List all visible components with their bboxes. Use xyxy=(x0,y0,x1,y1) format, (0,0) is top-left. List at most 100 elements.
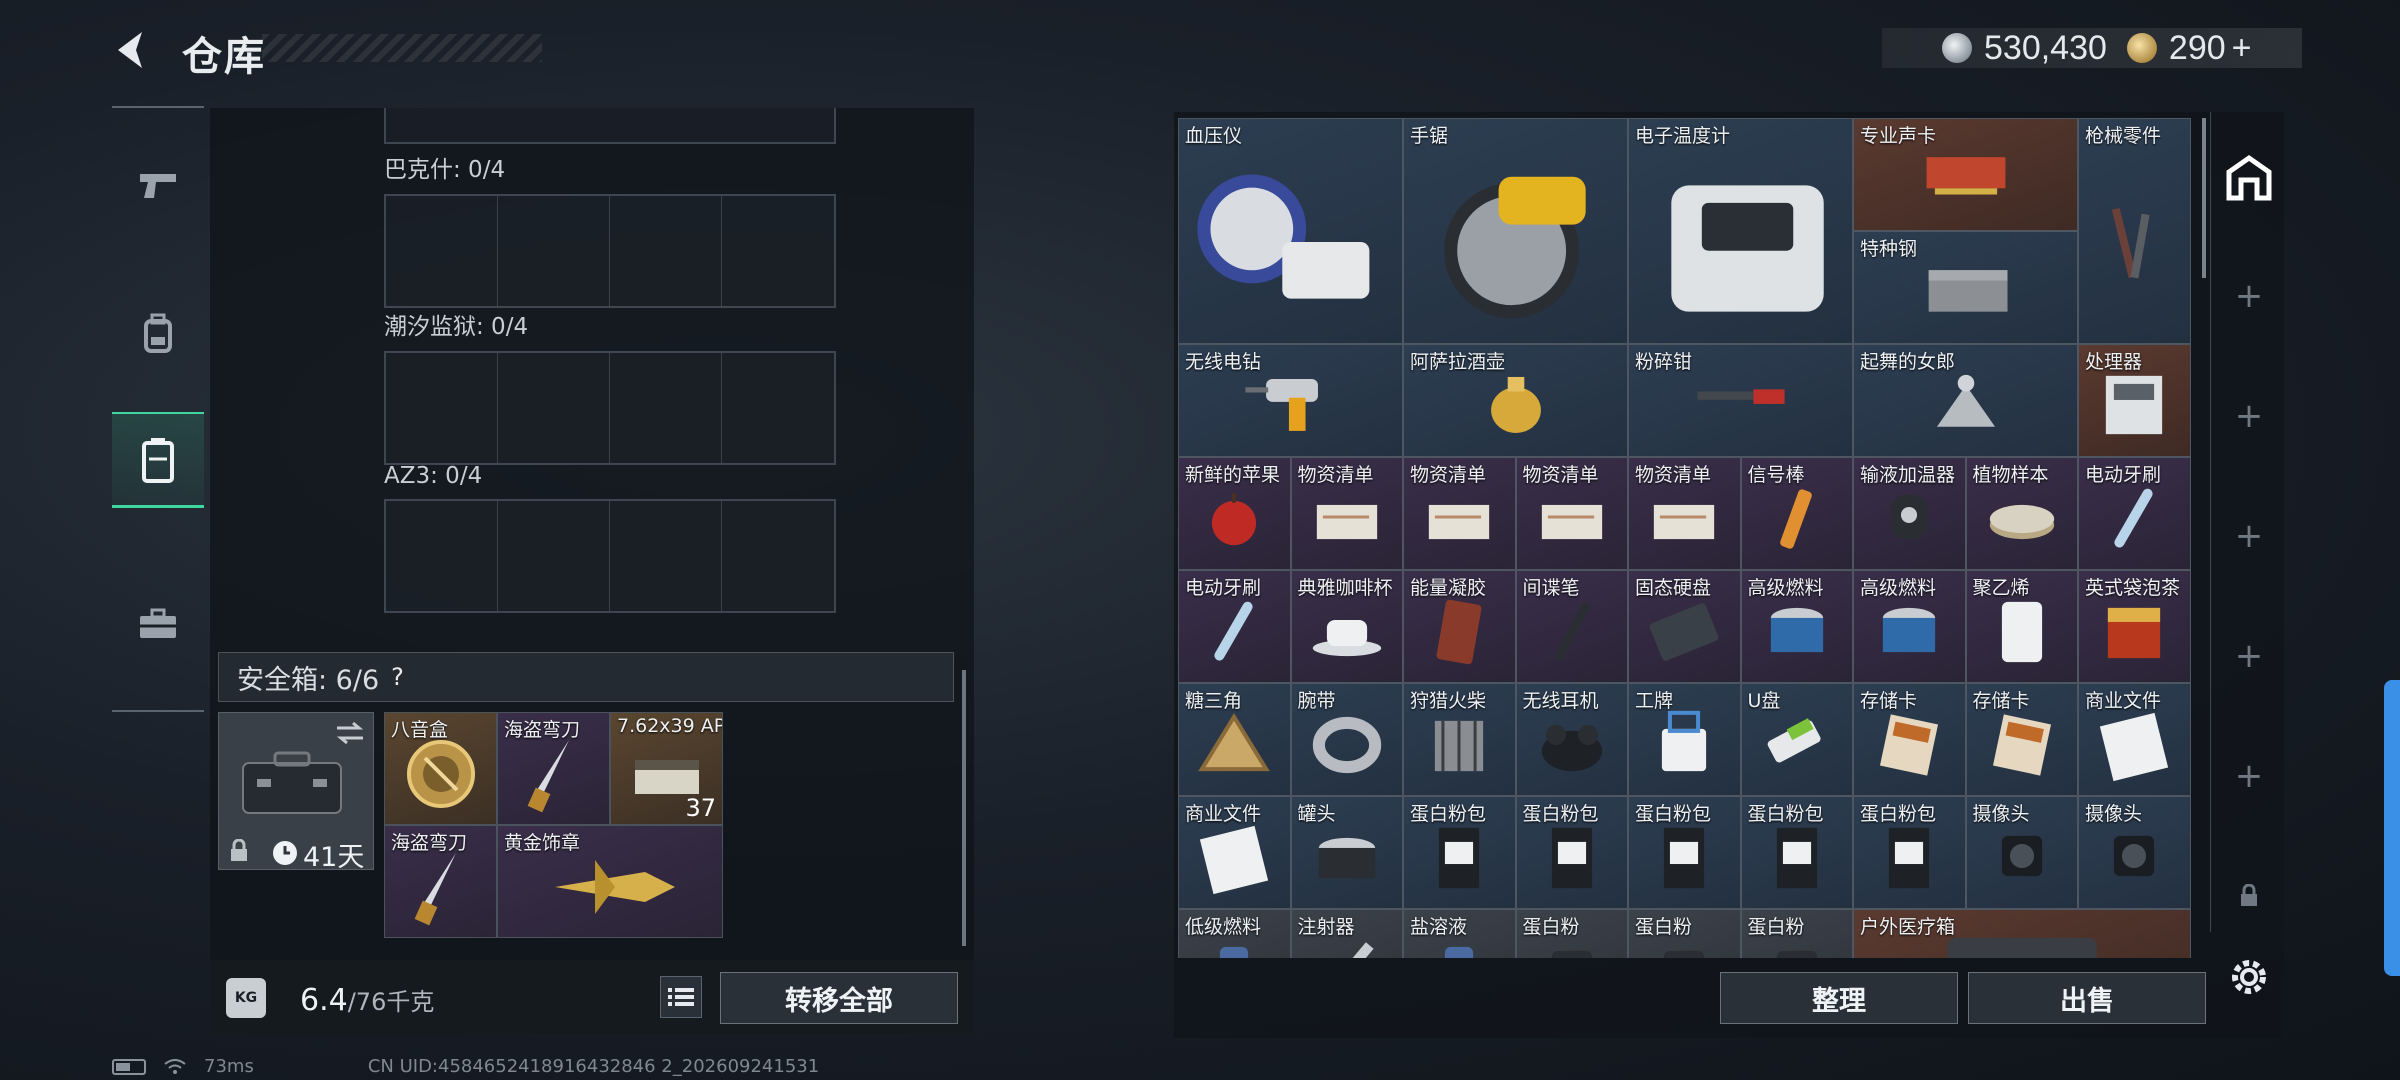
empty-slot[interactable] xyxy=(498,353,610,463)
storage-item[interactable]: 摄像头 xyxy=(2078,796,2191,909)
item-pirate-cutlass[interactable]: 海盗弯刀 xyxy=(384,825,497,938)
plus-icon: + xyxy=(2234,516,2264,556)
storage-item[interactable]: 物资清单 xyxy=(1628,457,1741,570)
storage-item[interactable]: 高级燃料 xyxy=(1853,570,1966,683)
storage-item[interactable]: 特种钢 xyxy=(1853,231,2078,344)
storage-item[interactable]: 间谍笔 xyxy=(1515,570,1628,683)
storage-item[interactable]: 蛋白粉包 xyxy=(1740,796,1853,909)
storage-item[interactable]: 腕带 xyxy=(1290,683,1403,796)
storage-item[interactable]: 手锯 xyxy=(1403,118,1628,344)
storage-item[interactable]: 蛋白粉包 xyxy=(1628,796,1741,909)
empty-slot[interactable] xyxy=(386,196,498,306)
empty-slot[interactable] xyxy=(610,353,722,463)
list-view-button[interactable] xyxy=(660,976,702,1018)
side-drawer-handle[interactable] xyxy=(2384,680,2400,976)
storage-item[interactable]: 专业声卡 xyxy=(1853,118,2078,231)
storage-item[interactable]: 商业文件 xyxy=(2078,683,2191,796)
help-icon[interactable]: ? xyxy=(391,663,404,691)
storage-item[interactable]: 糖三角 xyxy=(1178,683,1291,796)
rail-item-tools[interactable] xyxy=(112,576,204,672)
storage-item[interactable]: 英式袋泡茶 xyxy=(2078,570,2191,683)
storage-item[interactable]: 狩猎火柴 xyxy=(1403,683,1516,796)
storage-item[interactable]: 电子温度计 xyxy=(1628,118,1853,344)
item-music-box[interactable]: 八音盒 xyxy=(384,712,497,825)
storage-item[interactable]: 摄像头 xyxy=(1965,796,2078,909)
storage-item[interactable]: 电动牙刷 xyxy=(2078,457,2191,570)
storage-item[interactable]: 蛋白粉 xyxy=(1740,909,1853,958)
tab-add-storage[interactable]: + xyxy=(2214,606,2284,706)
transfer-all-button[interactable]: 转移全部 xyxy=(720,972,958,1024)
add-currency-button[interactable]: + xyxy=(2232,29,2252,68)
paper-icon xyxy=(1429,504,1490,540)
storage-item[interactable]: 存储卡 xyxy=(1853,683,1966,796)
storage-item[interactable]: 血压仪 xyxy=(1178,118,1403,344)
empty-slot[interactable] xyxy=(722,353,834,463)
tab-add-storage[interactable]: + xyxy=(2214,486,2284,586)
item-pirate-cutlass[interactable]: 海盗弯刀 xyxy=(497,712,610,825)
storage-item[interactable]: 低级燃料 xyxy=(1178,909,1291,958)
storage-item[interactable]: 无线电钻 xyxy=(1178,344,1403,457)
sell-button[interactable]: 出售 xyxy=(1968,972,2206,1024)
storage-item[interactable]: 固态硬盘 xyxy=(1628,570,1741,683)
tab-locked[interactable] xyxy=(2214,846,2284,946)
storage-item[interactable]: 无线耳机 xyxy=(1515,683,1628,796)
item-gold-emblem[interactable]: 黄金饰章 xyxy=(497,825,723,938)
back-arrow-icon[interactable] xyxy=(110,28,154,72)
empty-slot[interactable] xyxy=(386,501,498,611)
storage-item[interactable]: 物资清单 xyxy=(1515,457,1628,570)
storage-item[interactable]: 户外医疗箱 xyxy=(1853,909,2191,958)
storage-item[interactable]: 罐头 xyxy=(1290,796,1403,909)
swap-icon[interactable] xyxy=(335,721,365,745)
storage-item[interactable]: U盘 xyxy=(1740,683,1853,796)
storage-item[interactable]: 存储卡 xyxy=(1965,683,2078,796)
storage-item[interactable]: 电动牙刷 xyxy=(1178,570,1291,683)
empty-slot[interactable] xyxy=(722,501,834,611)
storage-scrollbar[interactable] xyxy=(2202,118,2206,278)
storage-item[interactable]: 典雅咖啡杯 xyxy=(1290,570,1403,683)
storage-item[interactable]: 枪械零件 xyxy=(2078,118,2191,344)
storage-item[interactable]: 能量凝胶 xyxy=(1403,570,1516,683)
empty-slot[interactable] xyxy=(498,196,610,306)
storage-item[interactable]: 处理器 xyxy=(2078,344,2191,457)
storage-item[interactable]: 蛋白粉 xyxy=(1515,909,1628,958)
storage-item[interactable]: 盐溶液 xyxy=(1403,909,1516,958)
gear-icon[interactable] xyxy=(2226,954,2272,1000)
storage-item[interactable]: 信号棒 xyxy=(1740,457,1853,570)
rail-item-containers[interactable] xyxy=(112,412,204,508)
tab-add-storage[interactable]: + xyxy=(2214,246,2284,346)
sort-button[interactable]: 整理 xyxy=(1720,972,1958,1024)
empty-slot[interactable] xyxy=(610,501,722,611)
storage-item[interactable]: 蛋白粉包 xyxy=(1515,796,1628,909)
storage-item[interactable]: 植物样本 xyxy=(1965,457,2078,570)
storage-item[interactable]: 注射器 xyxy=(1290,909,1403,958)
storage-item[interactable]: 物资清单 xyxy=(1290,457,1403,570)
tab-add-storage[interactable]: + xyxy=(2214,726,2284,826)
storage-item[interactable]: 商业文件 xyxy=(1178,796,1291,909)
rail-item-weapons[interactable] xyxy=(112,138,204,234)
storage-item[interactable]: 蛋白粉包 xyxy=(1853,796,1966,909)
left-scrollbar[interactable] xyxy=(962,670,966,946)
dish-icon xyxy=(1989,504,2054,540)
rail-item-gear[interactable] xyxy=(112,286,204,382)
storage-item[interactable]: 粉碎钳 xyxy=(1628,344,1853,457)
storage-item[interactable]: 工牌 xyxy=(1628,683,1741,796)
item-label: 电动牙刷 xyxy=(1185,577,1262,599)
storage-item[interactable]: 新鲜的苹果 xyxy=(1178,457,1291,570)
safe-box-card[interactable]: 41天 xyxy=(218,712,374,873)
storage-item[interactable]: 输液加温器 xyxy=(1853,457,1966,570)
empty-slot[interactable] xyxy=(610,196,722,306)
storage-item[interactable]: 聚乙烯 xyxy=(1965,570,2078,683)
empty-slot[interactable] xyxy=(386,353,498,463)
empty-slot[interactable] xyxy=(498,501,610,611)
storage-item[interactable]: 蛋白粉 xyxy=(1628,909,1741,958)
tab-storage-main[interactable] xyxy=(2214,128,2284,228)
storage-item[interactable]: 蛋白粉包 xyxy=(1403,796,1516,909)
storage-item[interactable]: 起舞的女郎 xyxy=(1853,344,2078,457)
item-ammo-box[interactable]: 7.62x39 AP 37 xyxy=(610,712,723,825)
tab-add-storage[interactable]: + xyxy=(2214,366,2284,466)
item-label: 高级燃料 xyxy=(1860,577,1937,599)
storage-item[interactable]: 高级燃料 xyxy=(1740,570,1853,683)
storage-item[interactable]: 阿萨拉酒壶 xyxy=(1403,344,1628,457)
empty-slot[interactable] xyxy=(722,196,834,306)
storage-item[interactable]: 物资清单 xyxy=(1403,457,1516,570)
